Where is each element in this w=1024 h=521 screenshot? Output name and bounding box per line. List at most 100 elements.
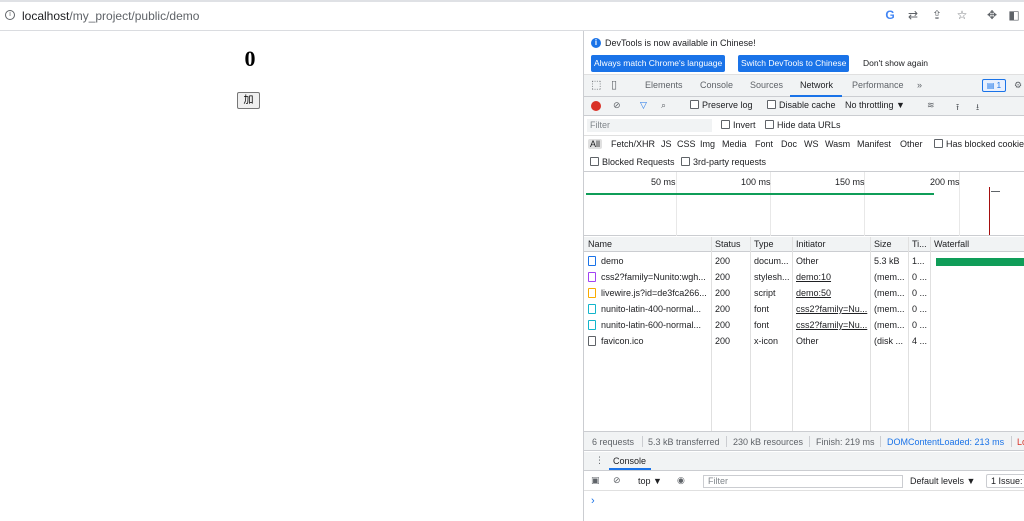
column-status[interactable]: Status (711, 237, 750, 252)
table-row[interactable]: css2?family=Nunito:wgh... 200 stylesh... de… (584, 269, 1024, 285)
invert-label: Invert (733, 120, 756, 130)
import-har-icon[interactable]: ⭱ (956, 100, 959, 116)
blocked-requests-checkbox[interactable]: Blocked Requests (590, 157, 675, 167)
request-initiator[interactable]: demo:10 (792, 269, 870, 285)
always-match-language-button[interactable]: Always match Chrome's language (591, 55, 726, 72)
network-conditions-icon[interactable]: ≋ (927, 100, 935, 111)
request-name: favicon.ico (584, 333, 711, 349)
live-expression-eye-icon[interactable]: ◉ (677, 475, 685, 486)
third-party-checkbox[interactable]: 3rd-party requests (681, 157, 766, 167)
request-time: 0 ... (912, 272, 928, 282)
request-status: 200 (715, 336, 731, 346)
request-name: nunito-latin-600-normal... (584, 317, 711, 333)
type-filter-fetch-xhr[interactable]: Fetch/XHR (611, 139, 655, 149)
tab-elements[interactable]: Elements (645, 80, 683, 90)
url-field[interactable]: localhost/my_project/public/demo (22, 9, 199, 23)
settings-icon[interactable]: ⚙ (1014, 80, 1022, 91)
summary-divider (642, 436, 643, 447)
console-input[interactable]: › (584, 491, 1024, 521)
request-status: 200 (715, 304, 731, 314)
console-filter-input[interactable]: Filter (703, 475, 903, 488)
filter-icon[interactable]: ▽ (640, 100, 647, 111)
type-filter-js[interactable]: JS (661, 139, 672, 149)
console-sidebar-icon[interactable]: ▣ (591, 475, 600, 486)
network-overview[interactable]: 50 ms 100 ms 150 ms 200 ms (584, 172, 1024, 236)
preserve-log-checkbox[interactable]: Preserve log (690, 100, 753, 110)
hide-data-urls-checkbox[interactable]: Hide data URLs (765, 120, 841, 130)
table-row[interactable]: livewire.js?id=de3fca266... 200 script demo… (584, 285, 1024, 301)
inspect-element-icon[interactable]: ⬚ (591, 78, 601, 91)
extensions-icon[interactable]: ✥ (985, 8, 999, 22)
clear-console-icon[interactable]: ⊘ (613, 475, 621, 486)
disable-cache-checkbox[interactable]: Disable cache (767, 100, 836, 110)
log-levels-select[interactable]: Default levels ▼ (910, 476, 975, 486)
issues-badge[interactable]: ▤ 1 (982, 79, 1006, 92)
more-tabs-icon[interactable]: » (917, 80, 922, 90)
info-icon: i (591, 38, 601, 48)
drawer-menu-icon[interactable]: ⋮ (595, 455, 604, 466)
tab-console[interactable]: Console (700, 80, 733, 90)
request-initiator[interactable]: demo:50 (792, 285, 870, 301)
drawer-tab-console[interactable]: Console (613, 456, 646, 466)
google-icon[interactable]: G (883, 8, 897, 22)
checkbox-icon (690, 100, 699, 109)
type-filter-css[interactable]: CSS (677, 139, 696, 149)
type-filter-ws[interactable]: WS (804, 139, 819, 149)
blocked-filters-row: Blocked Requests 3rd-party requests (584, 154, 1024, 172)
clear-icon[interactable]: ⊘ (613, 100, 621, 111)
export-har-icon[interactable]: ⭳ (976, 100, 979, 116)
console-issues-button[interactable]: 1 Issue: (986, 474, 1024, 488)
type-filter-img[interactable]: Img (700, 139, 715, 149)
request-type: script (754, 288, 776, 298)
search-icon[interactable]: ⌕ (661, 100, 666, 111)
invert-checkbox[interactable]: Invert (721, 120, 756, 130)
side-panel-icon[interactable]: ◧ (1007, 8, 1021, 22)
bookmark-star-icon[interactable]: ☆ (955, 8, 969, 22)
column-type[interactable]: Type (750, 237, 792, 252)
tab-sources[interactable]: Sources (750, 80, 783, 90)
column-name[interactable]: Name (584, 237, 711, 252)
type-filter-doc[interactable]: Doc (781, 139, 797, 149)
type-filter-font[interactable]: Font (755, 139, 773, 149)
checkbox-icon (590, 157, 599, 166)
tab-performance[interactable]: Performance (852, 80, 904, 90)
drawer-tab-indicator (609, 468, 651, 470)
request-initiator[interactable]: css2?family=Nu... (792, 317, 870, 333)
overview-tick: 100 ms (741, 177, 771, 187)
type-filter-other[interactable]: Other (900, 139, 923, 149)
column-size[interactable]: Size (870, 237, 908, 252)
summary-divider (726, 436, 727, 447)
filter-input[interactable]: Filter (587, 119, 712, 132)
type-filter-manifest[interactable]: Manifest (857, 139, 891, 149)
file-type-icon (588, 272, 596, 282)
dont-show-again-button[interactable]: Don't show again (860, 55, 931, 72)
translate-icon[interactable]: ⇄ (906, 8, 920, 22)
requests-count: 6 requests (592, 437, 635, 447)
has-blocked-cookies-checkbox[interactable]: Has blocked cookies (934, 139, 1024, 149)
type-filter-all[interactable]: All (588, 139, 603, 149)
table-row[interactable]: nunito-latin-600-normal... 200 font css2?fa… (584, 317, 1024, 333)
increment-button[interactable]: 加 (237, 92, 260, 109)
switch-to-chinese-button[interactable]: Switch DevTools to Chinese (738, 55, 850, 72)
record-icon[interactable] (591, 101, 601, 111)
devtools-panel: i DevTools is now available in Chinese! … (583, 31, 1024, 521)
type-filter-media[interactable]: Media (722, 139, 747, 149)
context-select[interactable]: top ▼ (638, 476, 662, 486)
site-info-icon[interactable]: i (5, 10, 15, 20)
throttling-select[interactable]: No throttling ▼ (845, 100, 905, 110)
request-time: 0 ... (912, 304, 928, 314)
type-filter-wasm[interactable]: Wasm (825, 139, 850, 149)
share-icon[interactable]: ⇪ (930, 8, 944, 22)
device-toolbar-icon[interactable]: ▯ (611, 78, 617, 91)
table-row[interactable]: nunito-latin-400-normal... 200 font css2?fa… (584, 301, 1024, 317)
chevron-down-icon: ▼ (653, 476, 662, 486)
tab-network[interactable]: Network (800, 80, 833, 90)
request-type: font (754, 320, 770, 330)
table-row[interactable]: favicon.ico 200 x-icon Other (disk ... 4 ... (584, 333, 1024, 349)
file-type-icon (588, 256, 596, 266)
column-initiator[interactable]: Initiator (792, 237, 870, 252)
request-initiator[interactable]: css2?family=Nu... (792, 301, 870, 317)
column-waterfall[interactable]: Waterfall (930, 237, 1024, 252)
table-row[interactable]: demo 200 docum... Other 5.3 kB 1... (584, 253, 1024, 269)
column-time[interactable]: Ti... (908, 237, 930, 252)
